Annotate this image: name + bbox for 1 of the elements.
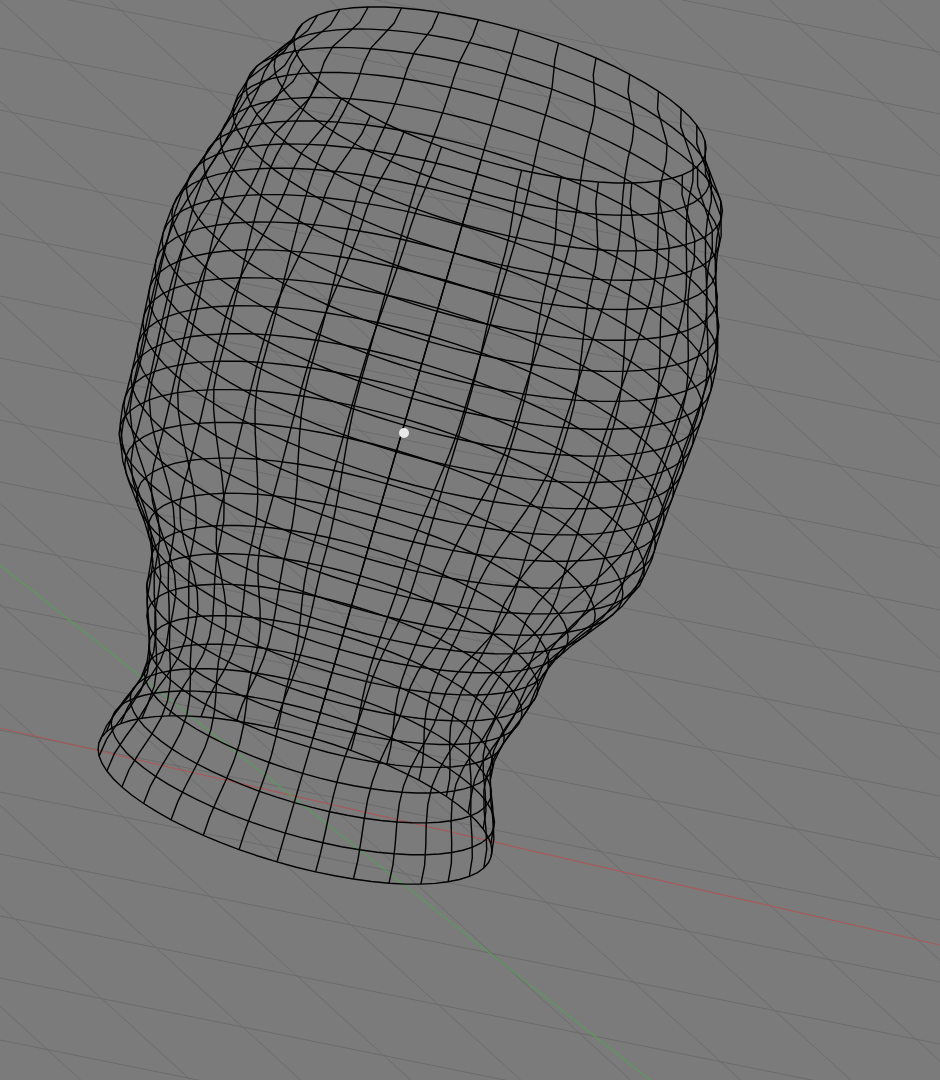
object-origin-icon [399, 428, 409, 438]
